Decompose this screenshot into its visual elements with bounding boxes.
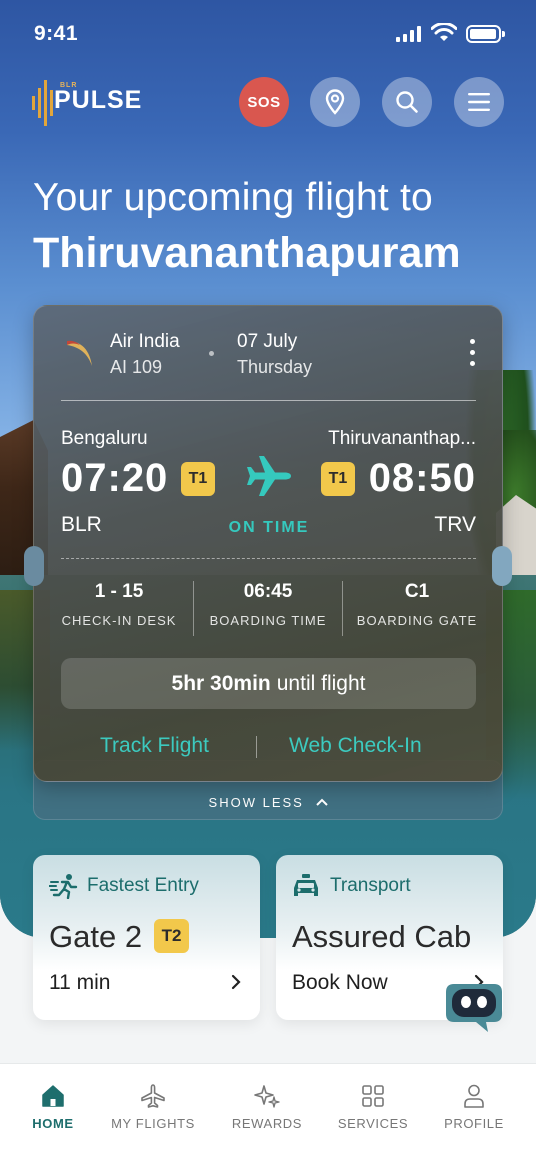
chatbot-icon[interactable] xyxy=(444,980,504,1034)
chevron-up-icon xyxy=(316,798,329,806)
boarding-time-label: BOARDING TIME xyxy=(209,613,327,628)
separator-dot xyxy=(209,351,214,356)
menu-button[interactable] xyxy=(454,77,504,127)
search-button[interactable] xyxy=(382,77,432,127)
track-flight-link[interactable]: Track Flight xyxy=(100,734,209,758)
checkin-desk-info: 1 - 15 CHECK-IN DESK xyxy=(44,581,194,628)
app-logo[interactable]: BLR PULSE xyxy=(32,80,152,126)
sos-label: SOS xyxy=(247,93,281,111)
headline-subtitle: Your upcoming flight to xyxy=(33,176,433,219)
nav-services[interactable]: SERVICES xyxy=(323,1082,423,1131)
countdown-duration: 5hr 30min xyxy=(171,671,271,695)
grid-icon xyxy=(362,1085,384,1107)
user-icon xyxy=(464,1084,484,1108)
airline-name: Air India xyxy=(110,331,180,352)
headline-destination: Thiruvananthapuram xyxy=(33,229,461,277)
flight-number: AI 109 xyxy=(110,357,163,377)
nav-label: REWARDS xyxy=(231,1116,303,1131)
checkin-desk-value: 1 - 15 xyxy=(94,581,144,602)
boarding-time-value: 06:45 xyxy=(243,581,293,602)
nav-rewards[interactable]: REWARDS xyxy=(217,1082,317,1131)
boarding-gate-value: C1 xyxy=(404,581,430,602)
plane-icon xyxy=(141,1084,165,1108)
status-bar: 9:41 xyxy=(0,0,536,66)
fastest-entry-title: Fastest Entry xyxy=(87,875,199,896)
wifi-icon xyxy=(431,23,457,41)
countdown-text: until flight xyxy=(276,671,366,695)
arrival-terminal-badge: T1 xyxy=(321,462,355,496)
nav-label: PROFILE xyxy=(444,1116,504,1131)
arrival-time: 08:50 xyxy=(368,456,476,500)
sparkle-icon xyxy=(254,1085,280,1108)
divider xyxy=(61,400,476,401)
airline-logo-icon xyxy=(67,340,92,366)
home-icon xyxy=(42,1085,64,1107)
dashed-divider xyxy=(61,558,476,559)
nav-home[interactable]: HOME xyxy=(3,1082,103,1131)
card-notch xyxy=(492,546,512,586)
battery-icon xyxy=(466,25,505,43)
nav-label: MY FLIGHTS xyxy=(111,1116,195,1131)
flight-date: 07 July xyxy=(237,331,298,352)
departure-time: 07:20 xyxy=(61,456,169,500)
entry-wait-time: 11 min xyxy=(49,971,111,994)
location-button[interactable] xyxy=(310,77,360,127)
book-now-link[interactable]: Book Now xyxy=(292,971,388,995)
entry-terminal-badge: T2 xyxy=(154,919,189,953)
status-time: 9:41 xyxy=(34,22,79,45)
nav-my-flights[interactable]: MY FLIGHTS xyxy=(103,1082,203,1131)
nav-label: HOME xyxy=(32,1116,74,1131)
card-notch xyxy=(24,546,44,586)
nav-label: SERVICES xyxy=(337,1116,409,1131)
nav-profile[interactable]: PROFILE xyxy=(424,1082,524,1131)
show-less-label: SHOW LESS xyxy=(208,795,304,810)
destination-code: TRV xyxy=(434,513,476,536)
airplane-icon xyxy=(247,456,291,496)
boarding-gate-info: C1 BOARDING GATE xyxy=(342,581,492,628)
fastest-entry-card[interactable]: Fastest Entry Gate 2 T2 11 min xyxy=(33,855,260,1020)
transport-title: Transport xyxy=(330,875,411,896)
boarding-gate-label: BOARDING GATE xyxy=(356,613,478,628)
logo-text: PULSE xyxy=(54,86,143,114)
transport-option: Assured Cab xyxy=(292,919,472,954)
signal-icon xyxy=(396,26,421,42)
taxi-icon xyxy=(294,874,318,896)
bottom-navigation: HOME MY FLIGHTS REWARDS SERVICES PROFILE xyxy=(0,1063,536,1160)
departure-terminal-badge: T1 xyxy=(181,462,215,496)
countdown-banner: 5hr 30min until flight xyxy=(61,658,476,709)
chevron-right-icon xyxy=(231,974,241,990)
sos-button[interactable]: SOS xyxy=(239,77,289,127)
entry-gate: Gate 2 xyxy=(49,919,143,954)
flight-card: Air India AI 109 07 July Thursday Bengal… xyxy=(24,305,512,782)
show-less-button[interactable]: SHOW LESS xyxy=(34,795,504,810)
web-checkin-link[interactable]: Web Check-In xyxy=(289,734,422,758)
location-pin-icon xyxy=(325,89,345,115)
checkin-desk-label: CHECK-IN DESK xyxy=(61,613,177,628)
link-separator xyxy=(256,736,257,758)
more-options-icon[interactable] xyxy=(468,339,476,369)
search-icon xyxy=(396,91,418,113)
flight-day: Thursday xyxy=(237,357,313,377)
origin-city: Bengaluru xyxy=(61,428,148,449)
hamburger-icon xyxy=(468,93,490,111)
boarding-time-info: 06:45 BOARDING TIME xyxy=(193,581,343,628)
destination-city: Thiruvananthap... xyxy=(328,428,476,449)
running-person-icon xyxy=(49,874,78,899)
